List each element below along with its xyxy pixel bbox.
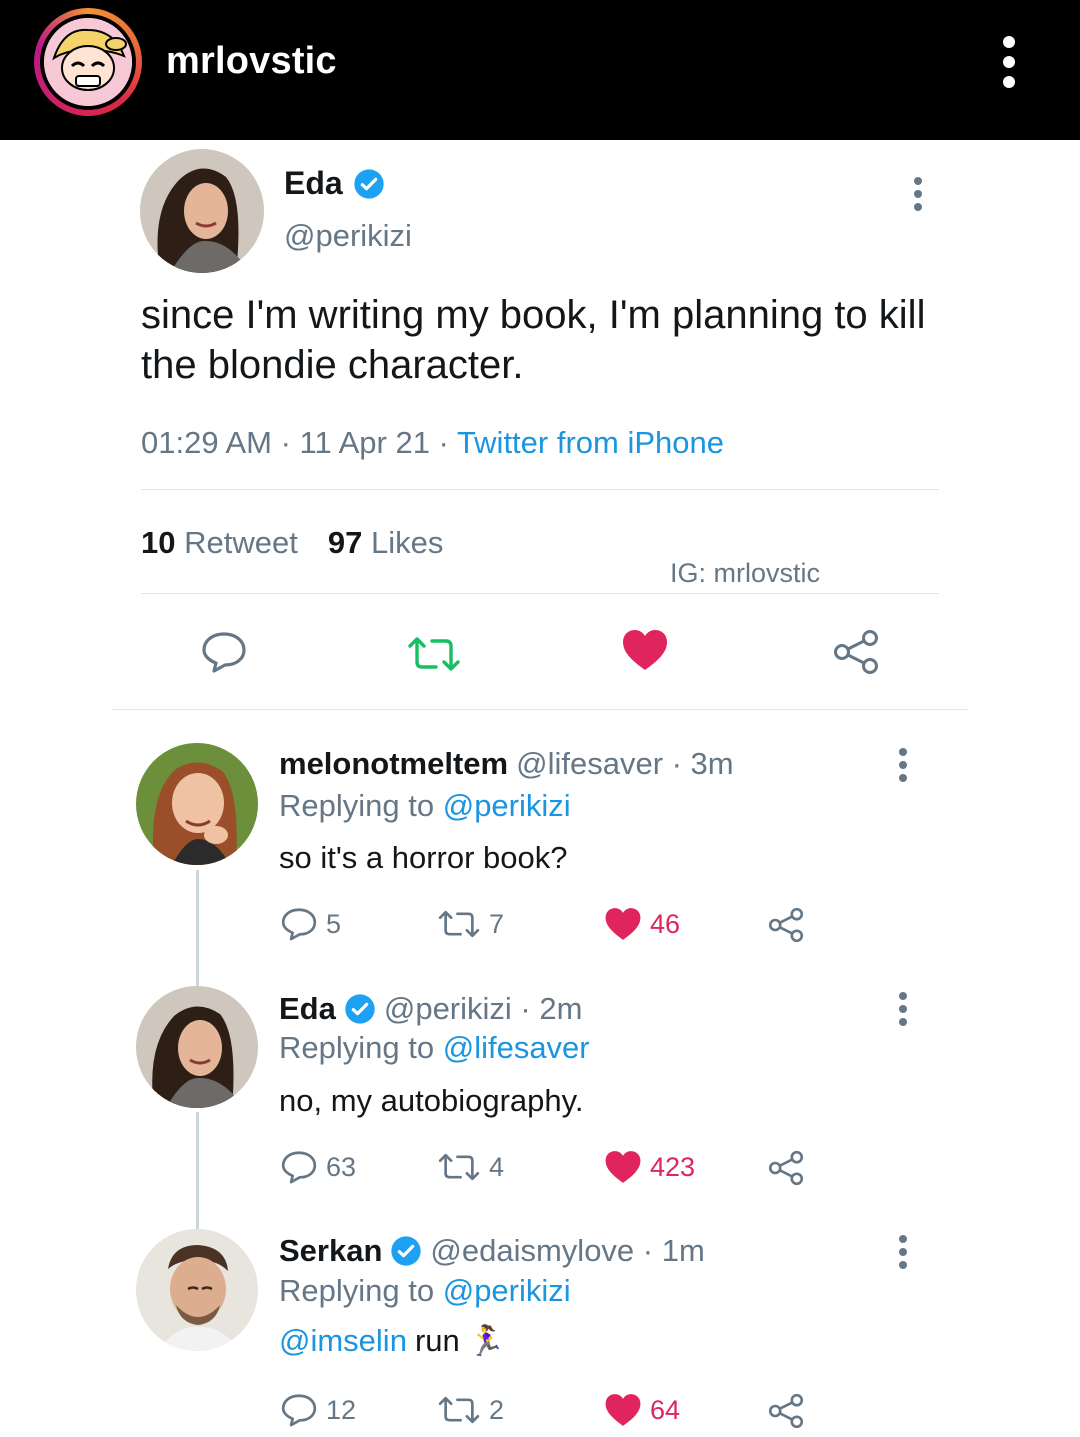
likes-count: 97 bbox=[327, 525, 363, 560]
reply-text: no, my autobiography. bbox=[279, 1083, 584, 1118]
replying-mention[interactable]: @perikizi bbox=[443, 788, 571, 823]
instagram-username[interactable]: mrlovstic bbox=[166, 40, 337, 83]
reply-comment-action[interactable]: 12 bbox=[280, 1392, 356, 1428]
thread-line bbox=[196, 1112, 199, 1229]
reply-avatar[interactable] bbox=[136, 986, 258, 1108]
reply-icon bbox=[281, 1394, 317, 1427]
like-count: 46 bbox=[650, 908, 681, 939]
share-icon[interactable] bbox=[830, 628, 882, 676]
verified-badge-icon bbox=[345, 994, 375, 1024]
like-icon[interactable] bbox=[621, 628, 669, 672]
like-count: 64 bbox=[650, 1394, 681, 1425]
reply-retweet-action[interactable]: 4 bbox=[437, 1151, 504, 1183]
divider bbox=[141, 593, 939, 594]
reply-text: so it's a horror book? bbox=[279, 840, 568, 875]
share-icon[interactable] bbox=[766, 1149, 806, 1187]
reply-avatar[interactable] bbox=[136, 1229, 258, 1351]
tweet-more-icon[interactable] bbox=[912, 177, 924, 216]
retweet-count: 7 bbox=[489, 908, 505, 939]
retweet-icon bbox=[438, 910, 480, 938]
comment-count: 63 bbox=[326, 1151, 357, 1182]
reply-header: melonotmeltem @lifesaver · 3m bbox=[279, 746, 734, 782]
replying-to: Replying to @perikizi bbox=[279, 1273, 571, 1309]
reply-like-action[interactable]: 64 bbox=[604, 1392, 680, 1428]
like-icon bbox=[605, 1151, 641, 1183]
reply-header: Serkan @edaismylove · 1m bbox=[279, 1233, 705, 1269]
likes-label[interactable]: Likes bbox=[371, 525, 443, 560]
retweet-icon bbox=[438, 1153, 480, 1181]
verified-badge-icon bbox=[354, 168, 384, 199]
share-icon[interactable] bbox=[766, 1392, 806, 1430]
replying-to: Replying to @lifesaver bbox=[279, 1030, 590, 1066]
reply-retweet-action[interactable]: 7 bbox=[437, 908, 504, 940]
reply-icon bbox=[281, 1151, 317, 1184]
tweet-text: since I'm writing my book, I'm planning … bbox=[141, 293, 926, 387]
reply-more-icon[interactable] bbox=[897, 1235, 909, 1274]
runner-emoji: 🏃‍♀️ bbox=[467, 1324, 506, 1358]
divider bbox=[141, 489, 939, 490]
thread-line bbox=[196, 870, 199, 987]
reply-more-icon[interactable] bbox=[897, 748, 909, 787]
tweet-author-avatar[interactable] bbox=[140, 149, 264, 273]
comment-count: 12 bbox=[326, 1394, 357, 1425]
reply-icon[interactable] bbox=[200, 630, 248, 674]
reply-like-action[interactable]: 423 bbox=[604, 1149, 695, 1185]
like-icon bbox=[605, 908, 641, 940]
ig-watermark: IG: mrlovstic bbox=[670, 558, 821, 588]
reply-avatar[interactable] bbox=[136, 743, 258, 865]
reply-author-handle[interactable]: @edaismylove · 1m bbox=[430, 1233, 704, 1269]
reply-author-handle[interactable]: @lifesaver · 3m bbox=[516, 746, 734, 782]
reply-comment-action[interactable]: 5 bbox=[280, 906, 341, 942]
replying-to: Replying to @perikizi bbox=[279, 788, 571, 824]
replying-mention[interactable]: @lifesaver bbox=[443, 1030, 590, 1065]
replying-prefix: Replying to bbox=[279, 788, 443, 823]
author-name-text: Eda bbox=[284, 165, 343, 201]
retweet-count: 2 bbox=[489, 1394, 505, 1425]
reply-icon bbox=[281, 908, 317, 941]
tweet-source-link[interactable]: Twitter from iPhone bbox=[457, 425, 724, 460]
like-icon bbox=[605, 1394, 641, 1426]
reply-retweet-action[interactable]: 2 bbox=[437, 1394, 504, 1426]
instagram-post-header: mrlovstic bbox=[0, 0, 1080, 140]
reply-author-name[interactable]: melonotmeltem bbox=[279, 746, 508, 782]
verified-badge-icon bbox=[391, 1236, 422, 1266]
tweet-stats: 10 Retweet 97 Likes bbox=[141, 525, 443, 561]
retweet-icon[interactable] bbox=[406, 634, 462, 674]
divider bbox=[112, 709, 968, 710]
tweet-author-handle[interactable]: @perikizi bbox=[284, 218, 412, 254]
tweet-meta: 01:29 AM · 11 Apr 21 · Twitter from iPho… bbox=[141, 425, 724, 461]
reply-author-handle[interactable]: @perikizi · 2m bbox=[384, 991, 583, 1027]
replying-mention[interactable]: @perikizi bbox=[443, 1273, 571, 1308]
tweet-card: Eda @perikizi since I'm writing my book,… bbox=[0, 140, 1080, 1437]
reply-comment-action[interactable]: 63 bbox=[280, 1149, 356, 1185]
replying-prefix: Replying to bbox=[279, 1273, 443, 1308]
reply-like-action[interactable]: 46 bbox=[604, 906, 680, 942]
retweet-count: 10 bbox=[141, 525, 176, 560]
tweet-timestamp: 01:29 AM · 11 Apr 21 · bbox=[141, 425, 457, 460]
reply-text-body: run bbox=[414, 1323, 460, 1358]
reply-author-name[interactable]: Eda bbox=[279, 991, 336, 1027]
reply-header: Eda @perikizi · 2m bbox=[279, 991, 582, 1027]
retweet-icon bbox=[438, 1396, 480, 1424]
reply-mention[interactable]: @imselin bbox=[279, 1323, 407, 1359]
retweet-label[interactable]: Retweet bbox=[184, 525, 298, 560]
tweet-author-name[interactable]: Eda bbox=[284, 165, 385, 202]
reply-more-icon[interactable] bbox=[897, 992, 909, 1031]
share-icon[interactable] bbox=[766, 906, 806, 944]
like-count: 423 bbox=[650, 1151, 696, 1182]
reply-text: @imselin run 🏃‍♀️ bbox=[279, 1323, 505, 1359]
reply-author-name[interactable]: Serkan bbox=[279, 1233, 382, 1269]
retweet-count: 4 bbox=[489, 1151, 505, 1182]
comment-count: 5 bbox=[326, 908, 342, 939]
profile-avatar bbox=[40, 14, 136, 110]
profile-avatar-ring[interactable] bbox=[34, 8, 142, 116]
more-options-icon[interactable] bbox=[996, 36, 1022, 92]
replying-prefix: Replying to bbox=[279, 1030, 443, 1065]
